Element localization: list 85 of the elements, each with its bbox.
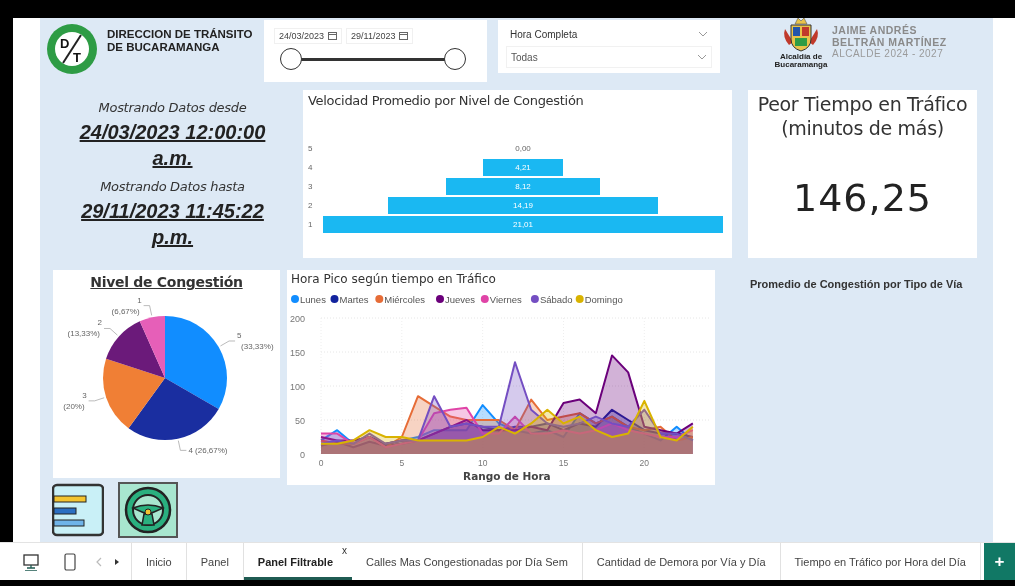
- range-label: Mostrando Datos desde: [98, 100, 247, 115]
- kpi-value: 146,25: [793, 176, 932, 220]
- data-label: (13,33%): [67, 329, 100, 339]
- logo-letter: T: [73, 50, 81, 65]
- legend-label: Viernes: [489, 293, 522, 305]
- legend-dot: [480, 295, 489, 303]
- category-label: 2: [97, 318, 102, 328]
- legend-label: Domingo: [584, 293, 623, 305]
- legend-dot: [375, 295, 384, 303]
- axis-label: 20: [639, 458, 650, 468]
- category-label: 3: [82, 390, 87, 400]
- axis-label: 50: [295, 416, 305, 426]
- slider-handle[interactable]: [444, 48, 466, 70]
- data-label: (20%): [63, 401, 85, 411]
- leader-line: [177, 440, 187, 451]
- legend-label: Miércoles: [384, 293, 425, 305]
- axis-title: Rango de Hora: [463, 470, 551, 482]
- add-page-button[interactable]: +: [984, 543, 1015, 580]
- axis-label: 0: [300, 450, 305, 460]
- leader-line: [143, 305, 153, 316]
- category-label: 5: [237, 331, 242, 340]
- category-label: 3: [307, 182, 314, 191]
- slider-handle[interactable]: [280, 48, 302, 70]
- chevron-down-icon: [697, 54, 707, 60]
- category-label: 1: [307, 220, 314, 229]
- axis-label: 100: [289, 382, 305, 392]
- chart-title: Nivel de Congestión: [90, 274, 243, 290]
- chart-title: Hora Pico según tiempo en Tráfico: [291, 272, 496, 286]
- mayor-role: ALCALDE 2024 - 2027: [832, 48, 945, 60]
- data-label: 8,12: [515, 182, 531, 191]
- calendar-icon: [399, 32, 409, 40]
- leader-line: [103, 328, 118, 336]
- range-datetime: 29/11/2023 11:45:22 p.m.: [80, 199, 265, 250]
- agency-name: DIRECCION DE TRÁNSITO DE BUCARAMANGA: [107, 28, 254, 54]
- data-label: (6,67%): [111, 306, 140, 316]
- date-field[interactable]: 24/03/2023: [274, 28, 343, 44]
- mobile-view-icon[interactable]: [63, 552, 77, 571]
- legend-dot: [530, 295, 539, 303]
- leader-line: [88, 397, 105, 402]
- legend-label: Sábado: [539, 293, 573, 305]
- category-label: 1: [137, 295, 142, 305]
- close-tab-button[interactable]: x: [342, 545, 353, 556]
- range-datetime: 24/03/2023 12:00:00 a.m.: [78, 120, 267, 171]
- axis-label: 10: [477, 458, 488, 468]
- range-slider[interactable]: [280, 48, 466, 72]
- desktop-view-icon[interactable]: [21, 552, 41, 571]
- calendar-icon: [328, 32, 338, 40]
- data-label: 4 (26,67%): [188, 446, 228, 456]
- leader-line: [220, 340, 236, 347]
- category-label: 2: [307, 201, 314, 210]
- data-label: 4,21: [515, 163, 531, 172]
- chevron-down-icon: [698, 31, 708, 37]
- visual-title: Promedio de Congestión por Tipo de Vía: [750, 278, 963, 290]
- data-label: 14,19: [513, 201, 533, 210]
- axis-label: 0: [318, 458, 324, 468]
- logo-letter: D: [60, 36, 70, 51]
- mayor-name: BELTRÁN MARTÍNEZ: [832, 36, 947, 48]
- legend-dot: [330, 295, 339, 303]
- axis-label: 150: [289, 348, 305, 358]
- mayor-name: JAIME ANDRÉS: [832, 24, 918, 36]
- axis-label: 5: [399, 458, 405, 468]
- data-label: 0,00: [515, 144, 531, 153]
- dropdown[interactable]: Todas: [506, 46, 712, 68]
- range-label: Mostrando Datos hasta: [100, 179, 245, 194]
- dropdown[interactable]: Hora Completa: [506, 24, 712, 44]
- data-label: (33,33%): [241, 342, 274, 351]
- crest-caption: Alcaldía de Bucaramanga: [773, 53, 829, 69]
- category-label: 4: [307, 163, 314, 172]
- data-label: 21,01: [513, 220, 533, 229]
- chart-title: Velocidad Promedio por Nivel de Congestión: [307, 92, 585, 108]
- legend-label: Lunes: [300, 293, 326, 305]
- legend-label: Jueves: [445, 293, 476, 305]
- page-tab[interactable]: Calles Mas Congestionadas por Día Sem: [352, 543, 583, 580]
- axis-label: 200: [289, 314, 305, 324]
- category-label: 5: [307, 144, 314, 153]
- kpi-title: Peor Tiempo en Tráfico (minutos de más): [756, 92, 969, 140]
- legend-dot: [291, 295, 299, 303]
- steering-wheel-button[interactable]: [118, 482, 178, 541]
- logo-emblem-icon: [47, 24, 97, 74]
- date-field[interactable]: 29/11/2023: [346, 28, 414, 44]
- legend-dot: [575, 295, 584, 303]
- coat-of-arms-icon: [781, 15, 821, 53]
- legend-dot: [436, 295, 444, 303]
- axis-label: 15: [558, 458, 569, 468]
- legend-label: Martes: [339, 293, 369, 305]
